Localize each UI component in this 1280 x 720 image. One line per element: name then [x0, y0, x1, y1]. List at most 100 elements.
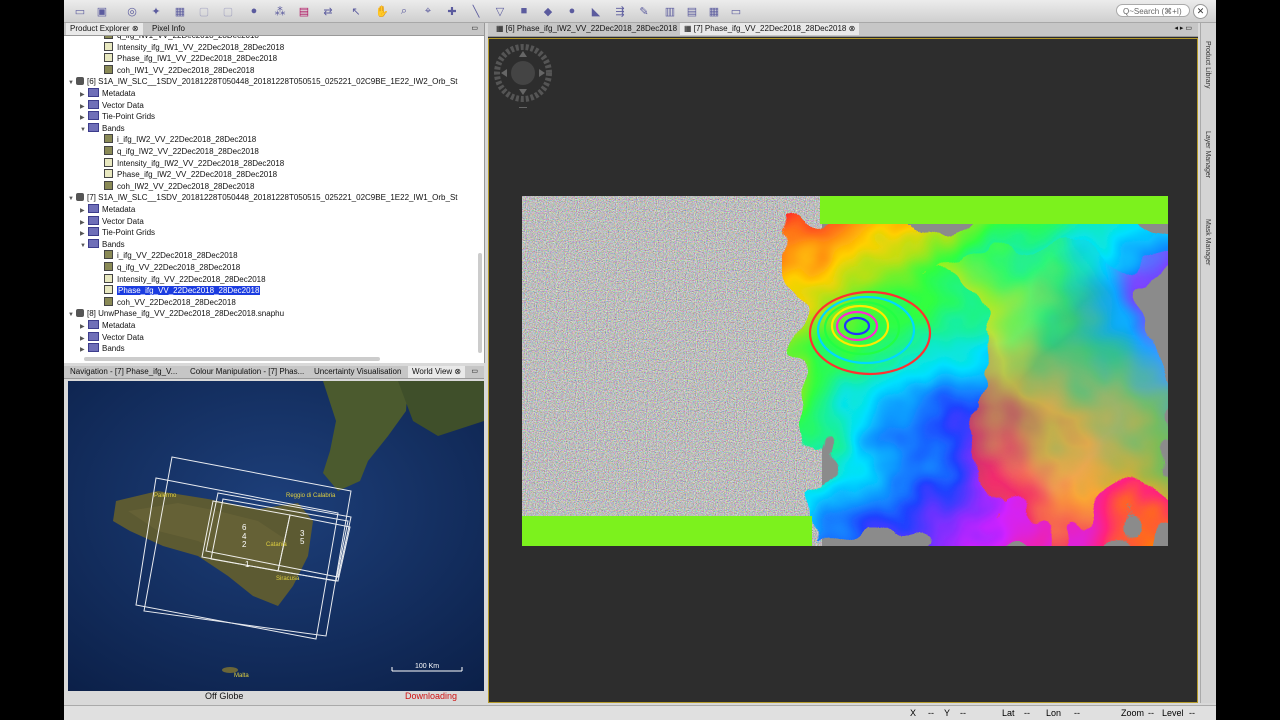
- range-finder-icon[interactable]: ⇶: [612, 3, 628, 19]
- tree-folder-node[interactable]: ▶ Metadata: [80, 320, 135, 332]
- tree-band-node[interactable]: coh_IW1_VV_22Dec2018_28Dec2018: [104, 64, 254, 77]
- tree-folder-node[interactable]: ▶ Tie-Point Grids: [80, 227, 155, 239]
- tree-band-node[interactable]: q_ifg_IW2_VV_22Dec2018_28Dec2018: [104, 146, 259, 158]
- barcode-icon[interactable]: ▤: [296, 3, 312, 19]
- tree-folder-node[interactable]: ▼ Bands: [80, 238, 125, 253]
- tree-band-node[interactable]: Intensity_ifg_VV_22Dec2018_28Dec2018: [104, 273, 266, 286]
- world-view-globe[interactable]: Palermo Reggio di Calabria Catania Sirac…: [68, 381, 484, 691]
- gcp-tool-icon[interactable]: ✚: [444, 3, 460, 19]
- tree-band-node[interactable]: i_ifg_IW2_VV_22Dec2018_28Dec2018: [104, 134, 256, 146]
- tree-folder-node[interactable]: ▶ Tie-Point Grids: [80, 111, 155, 123]
- product-icon: [76, 309, 84, 318]
- zoom-tool-icon[interactable]: ⌕: [396, 3, 412, 19]
- level-label: Level: [1162, 708, 1184, 718]
- save-product-icon[interactable]: ▣: [94, 3, 110, 19]
- expand-arrow-icon[interactable]: ▶: [80, 345, 88, 354]
- tree-folder-node[interactable]: ▼ Bands: [80, 122, 125, 137]
- tab-product-explorer[interactable]: Product Explorer ⊗: [66, 23, 143, 35]
- navigation-control-icon[interactable]: [491, 41, 555, 105]
- zoom-slider-icon[interactable]: [519, 107, 527, 108]
- tab-pixel-info[interactable]: Pixel Info: [148, 23, 189, 35]
- folder-icon: [88, 204, 99, 213]
- tab-world-view[interactable]: World View ⊗: [408, 366, 466, 378]
- tree-band-node[interactable]: Intensity_ifg_IW2_VV_22Dec2018_28Dec2018: [104, 157, 285, 170]
- tree-node-label: Intensity_ifg_IW2_VV_22Dec2018_28Dec2018: [117, 158, 285, 168]
- brush-icon[interactable]: ✎: [636, 3, 652, 19]
- network-icon[interactable]: ⁂: [272, 3, 288, 19]
- tree-folder-node[interactable]: ▶ Metadata: [80, 88, 135, 100]
- sync-views-icon[interactable]: ⇄: [320, 3, 336, 19]
- tree-band-node[interactable]: Phase_ifg_VV_22Dec2018_28Dec2018: [104, 285, 261, 297]
- product-library-tab[interactable]: Product Library: [1204, 41, 1211, 88]
- globe-icon[interactable]: ●: [246, 3, 262, 19]
- zoom-label: Zoom: [1121, 708, 1145, 718]
- tree-product-node[interactable]: ▼ [6] S1A_IW_SLC__1SDV_20181228T050448_20…: [68, 76, 458, 88]
- pan-tool-icon[interactable]: ✋: [374, 3, 390, 19]
- tile-vertical-icon[interactable]: ▤: [684, 3, 700, 19]
- tree-band-node[interactable]: coh_IW2_VV_22Dec2018_28Dec2018: [104, 180, 254, 193]
- tree-band-node[interactable]: i_ifg_VV_22Dec2018_28Dec2018: [104, 250, 238, 262]
- graph-builder-icon[interactable]: ◎: [124, 3, 140, 19]
- tree-node-label: Vector Data: [102, 216, 144, 226]
- nodata-area-bottom: [522, 516, 812, 546]
- tree-node-label: Metadata: [102, 205, 136, 214]
- pin-tool-icon[interactable]: ⌖: [420, 3, 436, 19]
- raster-band-icon: [104, 250, 113, 260]
- tree-band-node[interactable]: Phase_ifg_IW2_VV_22Dec2018_28Dec2018: [104, 169, 277, 181]
- footprint-number-6: 6: [242, 523, 247, 532]
- tree-folder-node[interactable]: ▶ Vector Data: [80, 99, 144, 112]
- tab-navigation[interactable]: Navigation - [7] Phase_ifg_V...: [66, 366, 181, 378]
- image-canvas[interactable]: [488, 38, 1198, 703]
- tree-product-node[interactable]: ▼ [7] S1A_IW_SLC__1SDV_20181228T050448_20…: [68, 192, 458, 204]
- virtual-band-icon: [104, 41, 113, 51]
- image-tab-controls-icon[interactable]: ◂ ▸ ▭: [1170, 23, 1196, 35]
- tab-colour-manipulation[interactable]: Colour Manipulation - [7] Phas...: [186, 366, 308, 378]
- tab-uncertainty-visualisation[interactable]: Uncertainty Visualisation: [310, 366, 405, 378]
- tree-folder-node[interactable]: ▶ Bands: [80, 343, 125, 354]
- disabled-tool-icon-2[interactable]: ▢: [220, 3, 236, 19]
- tab-label: Product Explorer: [70, 24, 130, 33]
- expand-arrow-icon[interactable]: ▼: [68, 78, 76, 90]
- tree-band-node[interactable]: q_ifg_VV_22Dec2018_28Dec2018: [104, 262, 240, 274]
- tile-evenly-icon[interactable]: ▭: [728, 3, 744, 19]
- tree-product-node[interactable]: ▼ [8] UnwPhase_ifg_VV_22Dec2018_28Dec2018…: [68, 308, 284, 320]
- panel-minimize-icon[interactable]: ▭: [467, 23, 482, 35]
- mask-manager-tab[interactable]: Mask Manager: [1204, 219, 1211, 265]
- search-input[interactable]: Q~Search (⌘+I): [1116, 4, 1190, 17]
- disabled-tool-icon[interactable]: ▢: [196, 3, 212, 19]
- tree-folder-node[interactable]: ▶ Vector Data: [80, 331, 144, 344]
- tile-horizontal-icon[interactable]: ▥: [662, 3, 678, 19]
- expand-arrow-icon[interactable]: ▼: [80, 241, 88, 253]
- tree-band-node[interactable]: Phase_ifg_IW1_VV_22Dec2018_28Dec2018: [104, 53, 277, 65]
- tree-band-node[interactable]: Intensity_ifg_IW1_VV_22Dec2018_28Dec2018: [104, 41, 284, 54]
- panel-minimize-icon-2[interactable]: ▭: [467, 366, 482, 378]
- polygon-draw-icon[interactable]: ◆: [540, 3, 556, 19]
- expand-arrow-icon[interactable]: ▼: [80, 125, 88, 137]
- tree-band-node[interactable]: coh_VV_22Dec2018_28Dec2018: [104, 296, 236, 309]
- tree-node-label: Vector Data: [102, 100, 144, 110]
- tree-folder-node[interactable]: ▶ Vector Data: [80, 215, 144, 228]
- tab-image-phase[interactable]: ▦ [7] Phase_ifg_VV_22Dec2018_28Dec2018 ⊗: [680, 23, 860, 35]
- line-draw-icon[interactable]: ╲: [468, 3, 484, 19]
- open-product-icon[interactable]: ▭: [72, 3, 88, 19]
- select-tool-icon[interactable]: ↖: [348, 3, 364, 19]
- magic-wand-icon[interactable]: ◣: [588, 3, 604, 19]
- expand-arrow-icon[interactable]: ▼: [68, 310, 76, 322]
- tree-vertical-scrollbar[interactable]: [478, 253, 482, 353]
- ellipse-draw-icon[interactable]: ●: [564, 3, 580, 19]
- tab-label: [6] Phase_ifg_IW2_VV_22Dec2018_28Dec2018: [505, 24, 678, 33]
- product-tree: q_ifg_IW1_VV_22Dec2018_28Dec2018 Intensit…: [64, 36, 480, 354]
- tree-folder-node[interactable]: ▶ Metadata: [80, 204, 135, 216]
- tile-grid-icon[interactable]: ▦: [706, 3, 722, 19]
- band-maths-icon[interactable]: ▦: [172, 3, 188, 19]
- layer-manager-tab[interactable]: Layer Manager: [1204, 131, 1211, 178]
- rectangle-draw-icon[interactable]: ■: [516, 3, 532, 19]
- tab-label: [7] Phase_ifg_VV_22Dec2018_28Dec2018: [693, 24, 847, 33]
- close-icon[interactable]: ✕: [1193, 4, 1208, 19]
- batch-processing-icon[interactable]: ✦: [148, 3, 164, 19]
- virtual-band-icon: [104, 273, 113, 283]
- tab-image-iw2-phase[interactable]: ▦ [6] Phase_ifg_IW2_VV_22Dec2018_28Dec20…: [492, 23, 690, 35]
- expand-arrow-icon[interactable]: ▼: [68, 194, 76, 206]
- polyline-draw-icon[interactable]: ▽: [492, 3, 508, 19]
- tree-horizontal-scrollbar[interactable]: [84, 357, 380, 361]
